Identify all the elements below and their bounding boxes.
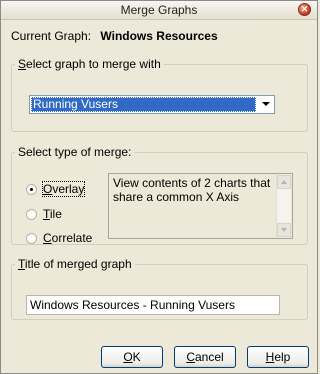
tile-radio[interactable] bbox=[26, 209, 37, 220]
title-bar[interactable]: Merge Graphs ✕ bbox=[1, 1, 317, 20]
merge-with-group: Select graph to merge with Running Vuser… bbox=[11, 57, 308, 132]
description-scrollbar[interactable] bbox=[276, 175, 291, 237]
scroll-up-icon[interactable] bbox=[277, 175, 291, 189]
tile-label[interactable]: Tile bbox=[43, 207, 62, 221]
merge-description-box: View contents of 2 charts that share a c… bbox=[108, 173, 293, 239]
current-graph-label: Current Graph: bbox=[11, 29, 92, 43]
overlay-radio[interactable] bbox=[26, 184, 37, 195]
graph-select[interactable]: Running Vusers bbox=[29, 95, 275, 114]
ok-button[interactable]: OK bbox=[101, 346, 163, 368]
merge-type-group: Select type of merge: Overlay Tile Corre… bbox=[11, 145, 308, 245]
merged-title-group: Title of merged graph bbox=[11, 257, 308, 320]
help-button[interactable]: Help bbox=[247, 346, 309, 368]
current-graph-row: Current Graph: Windows Resources bbox=[11, 29, 218, 43]
close-icon[interactable]: ✕ bbox=[298, 3, 311, 16]
merged-title-input[interactable] bbox=[26, 295, 280, 315]
merged-title-legend: Title of merged graph bbox=[18, 257, 132, 271]
correlate-radio[interactable] bbox=[26, 233, 37, 244]
scroll-down-icon[interactable] bbox=[277, 223, 291, 237]
window-title: Merge Graphs bbox=[120, 3, 198, 17]
merge-with-legend: Select graph to merge with bbox=[18, 57, 161, 71]
correlate-label[interactable]: Correlate bbox=[43, 231, 92, 245]
merge-description: View contents of 2 charts that share a c… bbox=[113, 176, 271, 204]
merge-type-legend: Select type of merge: bbox=[18, 145, 132, 159]
chevron-down-icon[interactable] bbox=[258, 97, 273, 112]
merge-graphs-dialog: Merge Graphs ✕ Current Graph: Windows Re… bbox=[0, 0, 318, 374]
current-graph-value: Windows Resources bbox=[100, 29, 218, 43]
cancel-button[interactable]: Cancel bbox=[174, 346, 236, 368]
graph-select-value: Running Vusers bbox=[31, 97, 256, 112]
overlay-label[interactable]: Overlay bbox=[41, 181, 86, 197]
